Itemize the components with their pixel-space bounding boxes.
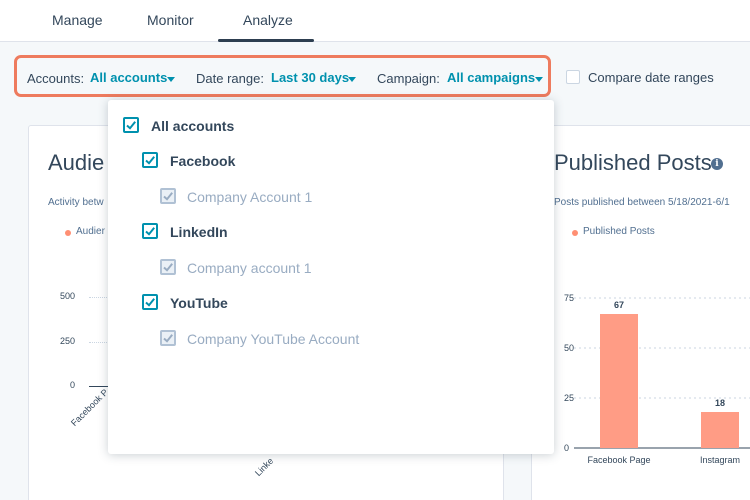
y-tick: 25 <box>564 393 574 403</box>
checkmark-icon <box>145 156 155 165</box>
linkedin-option[interactable]: LinkedIn <box>170 224 228 240</box>
audience-legend-label: Audier <box>76 226 105 237</box>
y-tick: 50 <box>564 343 574 353</box>
y-tick: 75 <box>564 293 574 303</box>
facebook-checkbox[interactable] <box>142 152 158 168</box>
x-tick: Instagram <box>700 455 740 465</box>
checkmark-icon <box>163 192 173 201</box>
checkmark-icon <box>163 334 173 343</box>
bar <box>600 314 638 448</box>
published-posts-subtitle: Posts published between 5/18/2021-6/1 <box>554 197 730 208</box>
linkedin-account-option: Company account 1 <box>187 260 312 276</box>
x-tick: Linke <box>253 455 276 479</box>
accounts-filter-dropdown[interactable]: All accounts <box>90 70 167 85</box>
y-tick: 0 <box>564 443 569 453</box>
date-range-dropdown[interactable]: Last 30 days <box>271 70 349 85</box>
youtube-account-checkbox <box>160 330 176 346</box>
chevron-down-icon <box>167 77 175 82</box>
tab-manage[interactable]: Manage <box>52 12 103 28</box>
checkmark-icon <box>163 263 173 272</box>
filter-bar: Accounts: All accounts Date range: Last … <box>14 55 551 97</box>
campaign-filter-label: Campaign: <box>377 71 440 86</box>
x-tick: Facebook P <box>69 387 111 429</box>
y-tick: 250 <box>59 336 75 346</box>
youtube-checkbox[interactable] <box>142 294 158 310</box>
accounts-dropdown-menu: All accounts Facebook Company Account 1 … <box>108 100 554 454</box>
date-range-filter-label: Date range: <box>196 71 264 86</box>
y-tick: 500 <box>59 291 75 301</box>
compare-date-ranges-label[interactable]: Compare date ranges <box>588 70 714 85</box>
published-posts-legend-label: Published Posts <box>583 226 655 237</box>
top-nav: Manage Monitor Analyze <box>0 0 750 42</box>
accounts-filter-label: Accounts: <box>27 71 85 86</box>
gridline <box>89 342 109 343</box>
legend-dot <box>572 230 578 236</box>
published-posts-card: Published Posts i Posts published betwee… <box>531 125 750 500</box>
x-tick: Facebook Page <box>587 455 650 465</box>
all-accounts-checkbox[interactable] <box>123 117 139 133</box>
audience-card-subtitle: Activity betw <box>48 197 104 208</box>
published-posts-chart: 0 25 50 75 67 Facebook Page 18 Instagram <box>564 293 750 465</box>
bar-value-label: 67 <box>614 300 624 310</box>
facebook-account-option: Company Account 1 <box>187 189 313 205</box>
compare-date-ranges-checkbox[interactable] <box>566 70 580 84</box>
facebook-account-checkbox <box>160 188 176 204</box>
checkmark-icon <box>126 121 136 130</box>
active-tab-indicator <box>218 39 314 42</box>
youtube-account-option: Company YouTube Account <box>187 331 360 347</box>
tab-monitor[interactable]: Monitor <box>147 12 194 28</box>
campaign-dropdown[interactable]: All campaigns <box>447 70 535 85</box>
x-axis-line <box>89 386 109 387</box>
legend-dot <box>65 230 71 236</box>
y-tick: 0 <box>69 380 75 390</box>
linkedin-account-checkbox <box>160 259 176 275</box>
linkedin-checkbox[interactable] <box>142 223 158 239</box>
all-accounts-option[interactable]: All accounts <box>151 118 234 134</box>
checkmark-icon <box>145 298 155 307</box>
gridline <box>89 297 109 298</box>
facebook-option[interactable]: Facebook <box>170 153 235 169</box>
published-posts-title: Published Posts <box>554 150 712 175</box>
audience-card-title: Audie <box>48 150 105 175</box>
chevron-down-icon <box>348 77 356 82</box>
tab-analyze[interactable]: Analyze <box>243 12 293 28</box>
bar-value-label: 18 <box>715 398 725 408</box>
chevron-down-icon <box>535 77 543 82</box>
checkmark-icon <box>145 227 155 236</box>
youtube-option[interactable]: YouTube <box>170 295 228 311</box>
info-icon[interactable]: i <box>711 158 723 170</box>
bar <box>701 412 739 448</box>
